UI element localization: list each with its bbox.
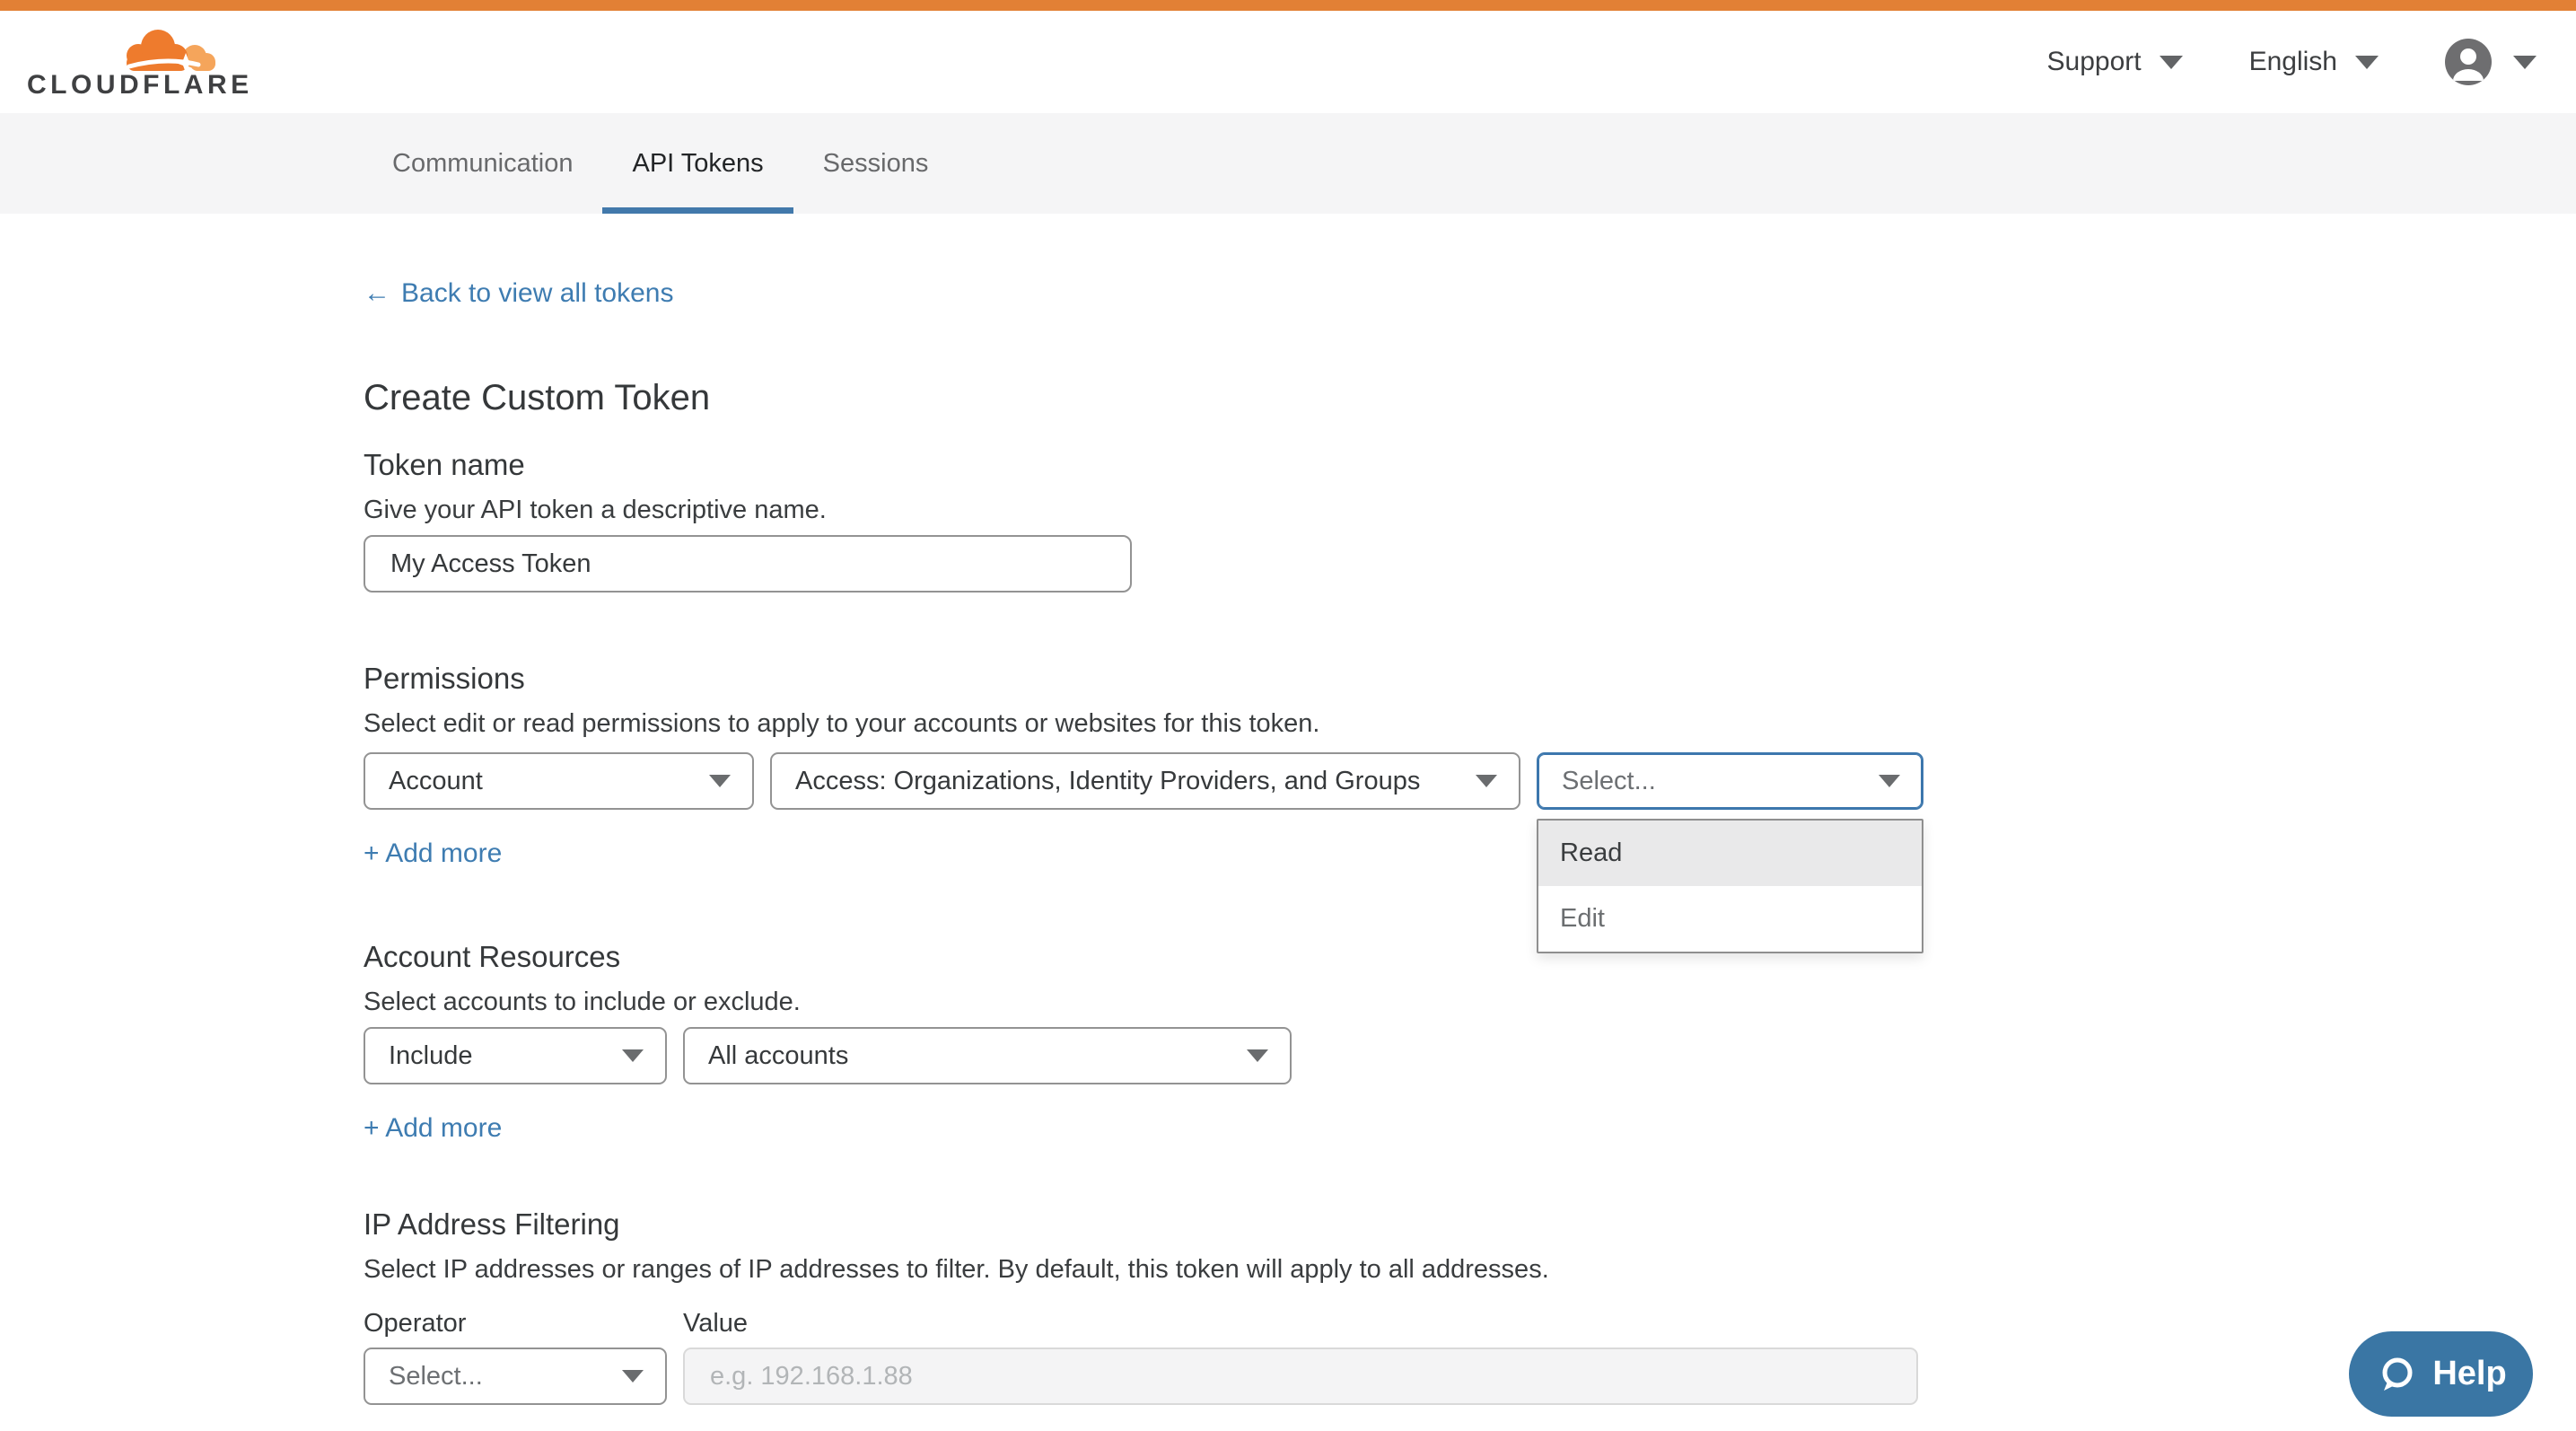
access-level-dropdown-menu: Read Edit bbox=[1537, 819, 1923, 953]
token-name-section: Token name Give your API token a descrip… bbox=[364, 447, 2576, 593]
permission-group-select[interactable]: Access: Organizations, Identity Provider… bbox=[770, 752, 1520, 810]
accounts-value: All accounts bbox=[708, 1041, 848, 1071]
chevron-down-icon bbox=[2160, 56, 2183, 69]
tab-api-tokens[interactable]: API Tokens bbox=[602, 113, 793, 214]
menu-item-edit[interactable]: Edit bbox=[1538, 886, 1922, 952]
chevron-down-icon bbox=[1476, 775, 1497, 787]
chevron-down-icon bbox=[1247, 1049, 1268, 1062]
operator-label: Operator bbox=[364, 1309, 683, 1339]
help-button[interactable]: Help bbox=[2349, 1331, 2533, 1417]
back-arrow-icon: ← bbox=[364, 278, 390, 309]
support-menu-label: Support bbox=[2047, 47, 2142, 77]
chevron-down-icon bbox=[709, 775, 731, 787]
access-select-wrap: Select... Read Edit bbox=[1537, 752, 1923, 810]
permissions-add-more-link[interactable]: + Add more bbox=[364, 838, 502, 869]
permissions-heading: Permissions bbox=[364, 661, 2576, 697]
accounts-select[interactable]: All accounts bbox=[683, 1027, 1292, 1084]
main-content: ← Back to view all tokens Create Custom … bbox=[0, 214, 2576, 1405]
page-title: Create Custom Token bbox=[364, 377, 2576, 418]
menu-item-read[interactable]: Read bbox=[1538, 821, 1922, 886]
cloudflare-wordmark: CLOUDFLARE bbox=[27, 72, 253, 99]
help-button-label: Help bbox=[2432, 1355, 2506, 1393]
header-nav: Support English bbox=[2047, 39, 2537, 85]
account-resources-section: Account Resources Select accounts to inc… bbox=[364, 939, 2576, 1144]
token-name-description: Give your API token a descriptive name. bbox=[364, 494, 2576, 526]
top-accent-bar bbox=[0, 0, 2576, 11]
account-menu[interactable] bbox=[2445, 39, 2537, 85]
ip-filtering-description: Select IP addresses or ranges of IP addr… bbox=[364, 1253, 2576, 1286]
ip-filtering-section: IP Address Filtering Select IP addresses… bbox=[364, 1207, 2576, 1405]
ip-filtering-labels: Operator Value bbox=[364, 1309, 2576, 1339]
account-resources-description: Select accounts to include or exclude. bbox=[364, 986, 2576, 1018]
header: CLOUDFLARE Support English bbox=[0, 11, 2576, 113]
operator-select[interactable]: Select... bbox=[364, 1348, 667, 1405]
language-menu[interactable]: English bbox=[2249, 47, 2379, 77]
value-label: Value bbox=[683, 1309, 748, 1339]
support-menu[interactable]: Support bbox=[2047, 47, 2183, 77]
permission-scope-select[interactable]: Account bbox=[364, 752, 754, 810]
back-to-tokens-link[interactable]: ← Back to view all tokens bbox=[364, 278, 673, 309]
include-exclude-value: Include bbox=[389, 1041, 473, 1071]
account-resources-row: Include All accounts bbox=[364, 1027, 2576, 1084]
token-name-heading: Token name bbox=[364, 447, 2576, 483]
tabbar: Communication API Tokens Sessions bbox=[0, 113, 2576, 214]
language-menu-label: English bbox=[2249, 47, 2337, 77]
permissions-section: Permissions Select edit or read permissi… bbox=[364, 661, 2576, 869]
ip-filtering-row: Select... bbox=[364, 1348, 2576, 1405]
ip-filtering-heading: IP Address Filtering bbox=[364, 1207, 2576, 1242]
permission-group-value: Access: Organizations, Identity Provider… bbox=[795, 767, 1420, 796]
chevron-down-icon bbox=[622, 1049, 644, 1062]
include-exclude-select[interactable]: Include bbox=[364, 1027, 667, 1084]
account-resources-heading: Account Resources bbox=[364, 939, 2576, 975]
chat-bubble-icon bbox=[2375, 1353, 2418, 1396]
ip-value-input[interactable] bbox=[683, 1348, 1918, 1405]
access-level-value: Select... bbox=[1562, 767, 1656, 796]
permissions-row: Account Access: Organizations, Identity … bbox=[364, 752, 2576, 810]
account-resources-add-more-link[interactable]: + Add more bbox=[364, 1113, 502, 1144]
chevron-down-icon bbox=[2355, 56, 2379, 69]
token-name-input[interactable] bbox=[364, 535, 1132, 593]
tab-sessions[interactable]: Sessions bbox=[793, 113, 959, 214]
cloudflare-cloud-icon bbox=[111, 25, 219, 74]
tab-communication[interactable]: Communication bbox=[363, 113, 602, 214]
chevron-down-icon bbox=[2513, 56, 2537, 69]
back-link-label: Back to view all tokens bbox=[401, 278, 673, 309]
access-level-select[interactable]: Select... bbox=[1537, 752, 1923, 810]
permission-scope-value: Account bbox=[389, 767, 483, 796]
chevron-down-icon bbox=[622, 1370, 644, 1383]
chevron-down-icon bbox=[1879, 775, 1900, 787]
operator-value: Select... bbox=[389, 1362, 483, 1391]
permissions-description: Select edit or read permissions to apply… bbox=[364, 707, 2576, 740]
cloudflare-logo[interactable]: CLOUDFLARE bbox=[27, 25, 219, 99]
user-avatar-icon bbox=[2445, 39, 2492, 85]
